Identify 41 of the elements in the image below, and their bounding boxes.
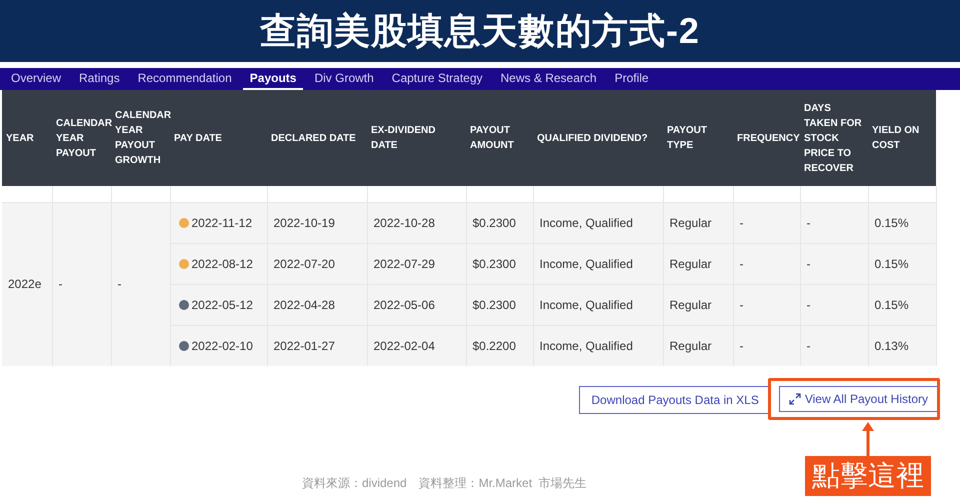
table-cell-text: 2022-08-12 xyxy=(192,256,253,272)
column-header: DAYS TAKEN FOR STOCK PRICE TO RECOVER xyxy=(800,90,868,186)
table-cell: - xyxy=(111,202,170,366)
table-cell: Income, Qualified xyxy=(533,325,663,366)
column-header: QUALIFIED DIVIDEND? xyxy=(533,90,663,186)
table-cell: - xyxy=(52,202,111,366)
table-cell-text: 2022-11-12 xyxy=(192,214,252,232)
column-header: YIELD ON COST xyxy=(868,90,936,186)
table-cell: 0.13% xyxy=(868,325,936,366)
table-cell: Regular xyxy=(663,325,733,366)
table-cell: 2022-01-27 xyxy=(267,325,367,366)
source-note: 資料來源：dividend 資料整理：Mr.Market 市場先生 xyxy=(302,475,587,492)
column-header: PAYOUT AMOUNT xyxy=(466,90,533,186)
nav-tab[interactable]: Div Growth xyxy=(307,68,381,90)
nav-tab[interactable]: Ratings xyxy=(72,68,127,90)
column-header: CALENDAR YEAR PAYOUT GROWTH xyxy=(111,90,170,186)
table-cell-text: 2022-02-10 xyxy=(192,338,253,355)
column-header: YEAR xyxy=(2,90,52,186)
column-header: PAY DATE xyxy=(170,90,267,186)
annotation-label: 點擊這裡 xyxy=(805,456,931,496)
table-cell: 2022-02-04 xyxy=(367,325,466,366)
table-cell: $0.2200 xyxy=(466,325,533,366)
view-history-button[interactable]: View All Payout History xyxy=(778,386,938,412)
table-cell: - xyxy=(800,325,868,366)
column-header: EX-DIVIDEND DATE xyxy=(367,90,466,186)
arrow-icon xyxy=(860,420,876,456)
download-button[interactable]: Download Payouts Data in XLS xyxy=(579,386,771,414)
nav-tab[interactable]: Profile xyxy=(608,68,656,90)
nav-tab[interactable]: News & Research xyxy=(494,68,604,90)
table-cell-text: 2022-05-12 xyxy=(192,296,253,314)
expand-icon xyxy=(788,393,801,405)
column-header: PAYOUT TYPE xyxy=(663,90,733,186)
banner-title: 查詢美股填息天數的方式-2 xyxy=(260,9,700,53)
table-cell: 2022e xyxy=(2,202,52,366)
nav-tab[interactable]: Capture Strategy xyxy=(384,68,490,90)
column-header: CALENDAR YEAR PAYOUT xyxy=(52,90,111,186)
nav-tab[interactable]: Recommendation xyxy=(130,68,239,90)
column-header: FREQUENCY xyxy=(733,90,800,186)
column-header: DECLARED DATE xyxy=(267,90,367,186)
nav-tab[interactable]: Overview xyxy=(4,68,68,90)
table-cell: - xyxy=(733,325,800,366)
